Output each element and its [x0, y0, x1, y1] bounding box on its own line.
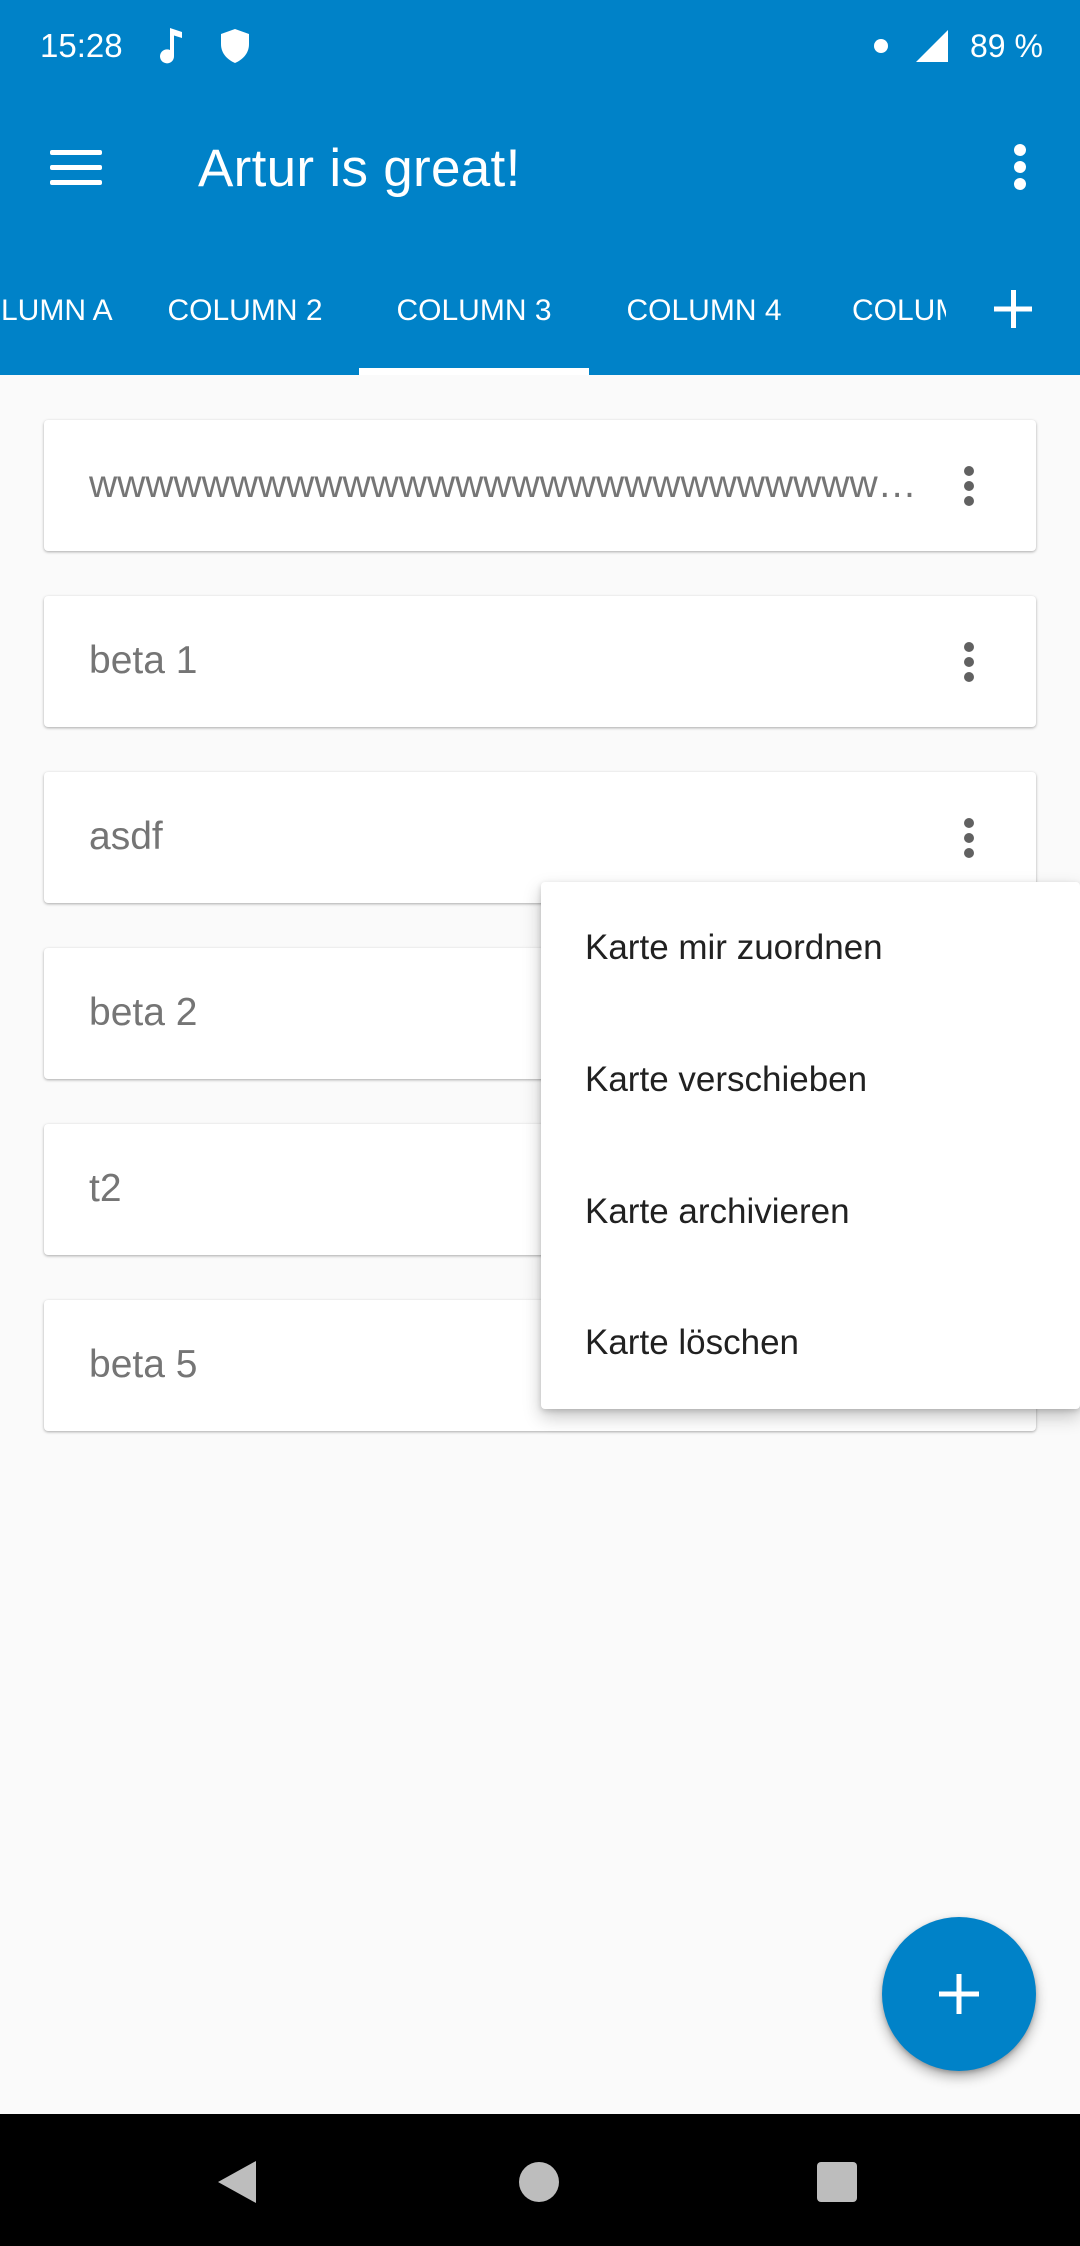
card-more-vert-icon[interactable]	[944, 808, 994, 868]
card-title: wwwwwwwwwwwwwwwwwwwwwwwwwwwwwwww	[89, 463, 929, 506]
column-tabs: COLUMN A COLUMN 2 COLUMN 3 COLUMN 4 COLU…	[0, 270, 1080, 375]
selected-tab-indicator	[359, 368, 589, 375]
signal-icon	[916, 30, 948, 62]
card-title: beta 1	[89, 639, 198, 682]
tab-column-5[interactable]: COLUMN 5	[852, 270, 946, 375]
menu-item-move-card[interactable]: Karte verschieben	[541, 1014, 1080, 1146]
recent-apps-icon[interactable]	[817, 2162, 857, 2202]
notification-dot-icon	[874, 39, 888, 53]
system-navigation-bar	[0, 2114, 1080, 2246]
menu-item-archive-card[interactable]: Karte archivieren	[541, 1146, 1080, 1278]
music-note-icon	[160, 28, 182, 64]
app-title: Artur is great!	[198, 139, 521, 198]
card-more-vert-icon[interactable]	[944, 456, 994, 516]
shield-icon	[221, 29, 249, 63]
menu-item-assign-to-me[interactable]: Karte mir zuordnen	[541, 882, 1080, 1014]
more-vert-icon[interactable]	[990, 132, 1050, 202]
card-item[interactable]: wwwwwwwwwwwwwwwwwwwwwwwwwwwwwwww	[44, 420, 1036, 551]
tab-column-4[interactable]: COLUMN 4	[589, 270, 819, 375]
card-item[interactable]: beta 1	[44, 596, 1036, 727]
add-card-fab[interactable]	[882, 1917, 1036, 2071]
card-more-vert-icon[interactable]	[944, 632, 994, 692]
back-icon[interactable]	[212, 2157, 262, 2207]
status-time: 15:28	[40, 27, 123, 64]
hamburger-menu-icon[interactable]	[36, 132, 116, 202]
tab-column-2[interactable]: COLUMN 2	[130, 270, 360, 375]
battery-percentage: 89 %	[970, 28, 1043, 64]
card-title: asdf	[89, 815, 163, 858]
tab-column-a[interactable]: COLUMN A	[0, 270, 116, 375]
status-bar: 15:28 89 %	[0, 0, 1080, 92]
tab-column-3[interactable]: COLUMN 3	[359, 270, 589, 375]
menu-item-delete-card[interactable]: Karte löschen	[541, 1277, 1080, 1409]
card-context-menu: Karte mir zuordnen Karte verschieben Kar…	[541, 882, 1080, 1409]
plus-icon	[939, 1974, 979, 2014]
home-icon[interactable]	[519, 2162, 559, 2202]
add-column-plus-icon[interactable]	[988, 278, 1038, 338]
